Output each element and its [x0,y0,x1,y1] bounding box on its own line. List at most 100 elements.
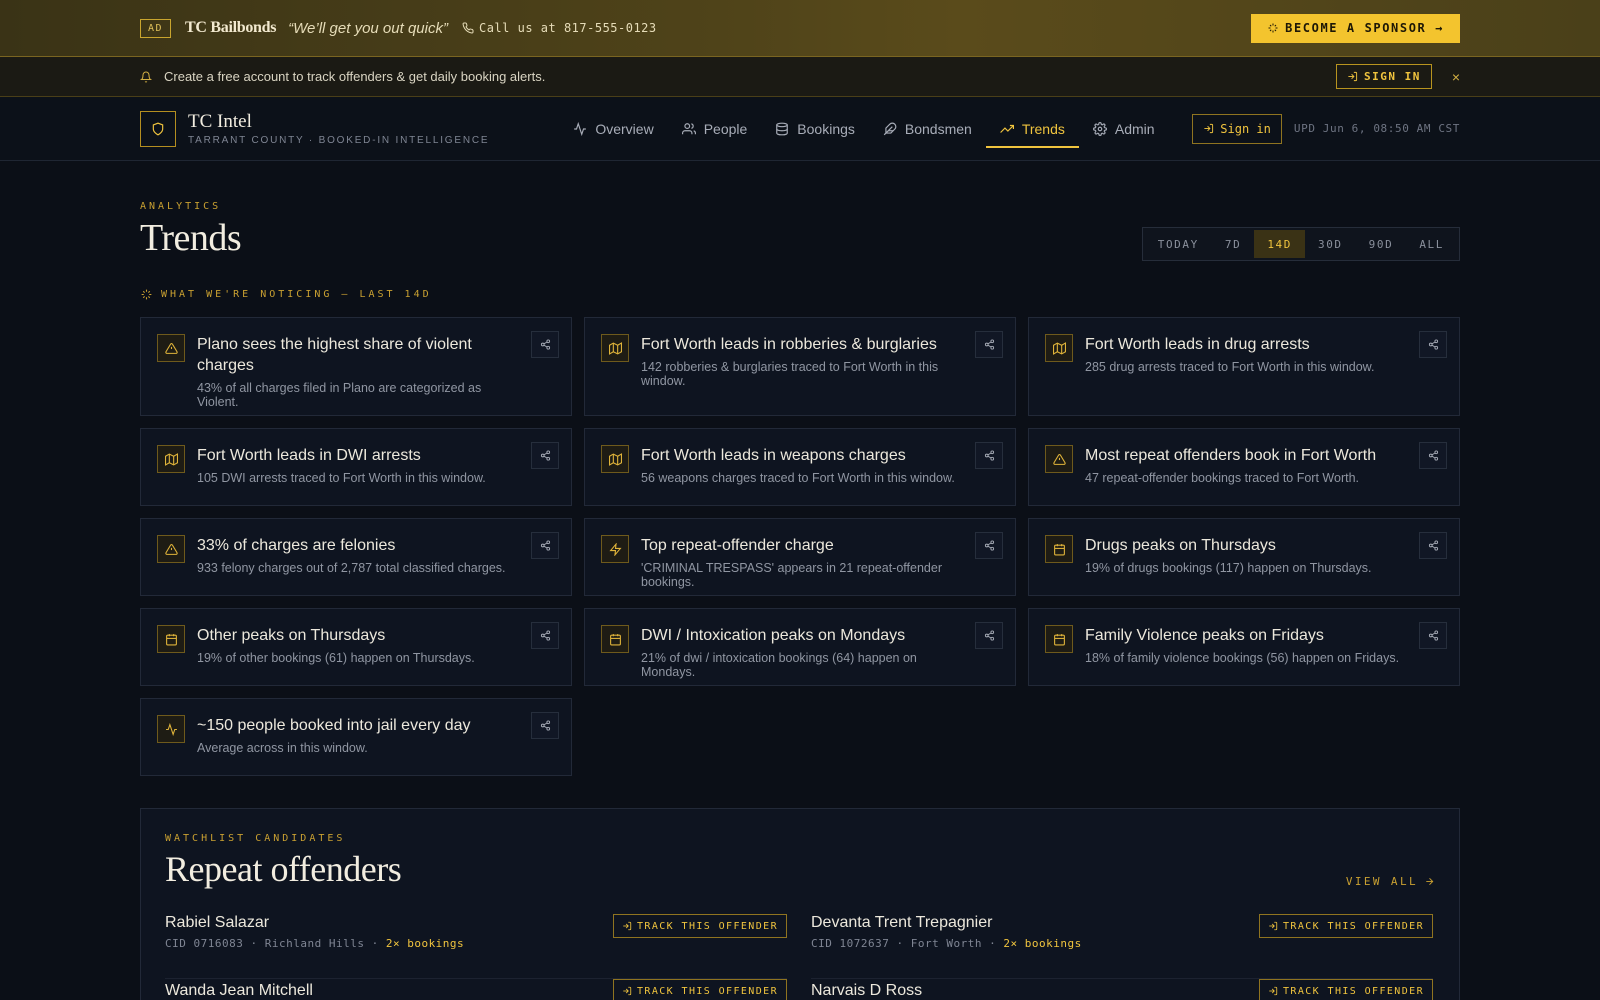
range-tab-today[interactable]: TODAY [1145,230,1212,258]
range-tab-90d[interactable]: 90D [1356,230,1407,258]
ad-phone[interactable]: Call us at 817-555-0123 [462,21,657,35]
trend-icon [999,122,1014,136]
insight-desc: 105 DWI arrests traced to Fort Worth in … [197,471,486,485]
logo[interactable] [140,110,176,147]
share-icon [540,630,551,641]
track-offender-button[interactable]: TRACK THIS OFFENDER [613,914,787,938]
nav-bondsmen-label: Bondsmen [904,120,972,137]
share-button[interactable] [975,331,1003,358]
sparkle-icon [140,288,153,301]
view-all-label: VIEW ALL [1345,875,1418,888]
share-icon [984,630,995,641]
pulse-icon [157,715,185,743]
insight-desc: 56 weapons charges traced to Fort Worth … [641,471,955,485]
account-alert-bar: Create a free account to track offenders… [0,57,1600,97]
offender-name[interactable]: Devanta Trent Trepagnier [811,914,1082,932]
offender-cid: CID 1072637 [811,937,890,950]
bolt-icon [601,535,629,563]
insight-card: Fort Worth leads in DWI arrests 105 DWI a… [140,428,572,506]
range-tabs: TODAY 7D 14D 30D 90D ALL [1141,227,1460,261]
share-icon [984,450,995,461]
nav-people[interactable]: People [668,97,762,161]
calendar-icon [601,625,629,653]
gear-icon [1092,121,1107,136]
share-button[interactable] [1419,442,1447,469]
people-icon [681,122,696,136]
range-tab-all[interactable]: ALL [1406,230,1457,258]
offender-name[interactable]: Narvais D Ross [811,982,922,1000]
track-label: TRACK THIS OFFENDER [637,920,778,932]
offender-name[interactable]: Wanda Jean Mitchell [165,982,313,1000]
nav-sign-in-button[interactable]: Sign in [1192,113,1282,144]
warning-icon [1045,445,1073,473]
share-button[interactable] [531,532,559,559]
last-updated: UPD Jun 6, 08:50 AM CST [1293,122,1460,135]
warning-icon [157,535,185,563]
insight-desc: 47 repeat-offender bookings traced to Fo… [1085,471,1359,485]
ad-brand[interactable]: TC Bailbonds [185,19,276,37]
insights-grid: Plano sees the highest share of violent … [140,317,1460,776]
nav-people-label: People [703,120,748,137]
offender-row[interactable]: Wanda Jean Mitchell TRACK THIS OFFENDER [165,979,787,1000]
share-icon [1428,339,1439,350]
warning-icon [157,334,185,362]
offender-row[interactable]: Devanta Trent Trepagnier CID 1072637 · F… [811,914,1433,979]
alert-sign-in-button[interactable]: SIGN IN [1335,64,1432,89]
share-icon [540,450,551,461]
share-button[interactable] [531,331,559,358]
activity-icon [573,121,587,136]
feather-icon [883,122,897,136]
offender-row[interactable]: Narvais D Ross TRACK THIS OFFENDER [811,979,1433,1000]
track-label: TRACK THIS OFFENDER [1283,920,1424,932]
nav-overview[interactable]: Overview [559,97,667,161]
alert-sign-in-label: SIGN IN [1363,70,1421,83]
share-button[interactable] [975,442,1003,469]
insight-title: 33% of charges are felonies [197,537,396,554]
become-sponsor-button[interactable]: BECOME A SPONSOR → [1251,13,1460,43]
insight-desc: 19% of other bookings (61) happen on Thu… [197,651,475,665]
calendar-icon [1045,625,1073,653]
ad-phone-text: Call us at 817-555-0123 [478,21,657,35]
track-offender-button[interactable]: TRACK THIS OFFENDER [1259,979,1433,1000]
offender-row[interactable]: Rabiel Salazar CID 0716083 · Richland Hi… [165,914,787,979]
offenders-eyebrow: WATCHLIST CANDIDATES [165,833,346,844]
nav-trends[interactable]: Trends [985,97,1079,161]
insight-title: Fort Worth leads in robberies & burglari… [641,336,937,353]
range-tab-14d[interactable]: 14D [1254,230,1305,258]
insight-desc: 43% of all charges filed in Plano are ca… [197,381,482,409]
track-offender-button[interactable]: TRACK THIS OFFENDER [613,979,787,1000]
share-button[interactable] [975,532,1003,559]
main-content: ANALYTICS Trends TODAY 7D 14D 30D 90D AL… [140,161,1460,1000]
insight-desc: 19% of drugs bookings (117) happen on Th… [1085,561,1372,575]
nav-links: Overview People Bookings Bondsmen Trends… [559,97,1168,161]
share-button[interactable] [531,712,559,739]
insight-desc: 'CRIMINAL TRESPASS' appears in 21 repeat… [641,561,942,589]
insight-title: Fort Worth leads in weapons charges [641,447,906,464]
range-tab-30d[interactable]: 30D [1305,230,1356,258]
range-tab-7d[interactable]: 7D [1212,230,1254,258]
main-nav: TC Intel TARRANT COUNTY · BOOKED-IN INTE… [0,97,1600,161]
share-icon [984,339,995,350]
share-button[interactable] [1419,331,1447,358]
arrow-right-icon [1424,876,1435,887]
offender-name[interactable]: Rabiel Salazar [165,914,464,932]
login-icon [1268,986,1278,996]
view-all-link[interactable]: VIEW ALL [1346,875,1435,888]
share-button[interactable] [1419,622,1447,649]
track-label: TRACK THIS OFFENDER [1283,985,1424,997]
track-offender-button[interactable]: TRACK THIS OFFENDER [1259,914,1433,938]
insight-title: Fort Worth leads in drug arrests [1085,336,1310,353]
close-icon[interactable]: × [1452,69,1460,85]
insight-card: Family Violence peaks on Fridays 18% of f… [1028,608,1460,686]
insight-card: Top repeat-offender charge 'CRIMINAL TRES… [584,518,1016,596]
share-button[interactable] [531,622,559,649]
nav-bookings[interactable]: Bookings [761,97,869,161]
nav-bondsmen[interactable]: Bondsmen [869,97,986,161]
insight-title: Most repeat offenders book in Fort Worth [1085,447,1377,464]
share-button[interactable] [975,622,1003,649]
share-button[interactable] [531,442,559,469]
offender-bookings: 2× bookings [385,937,465,950]
map-icon [157,445,185,473]
nav-admin[interactable]: Admin [1079,97,1169,161]
share-button[interactable] [1419,532,1447,559]
